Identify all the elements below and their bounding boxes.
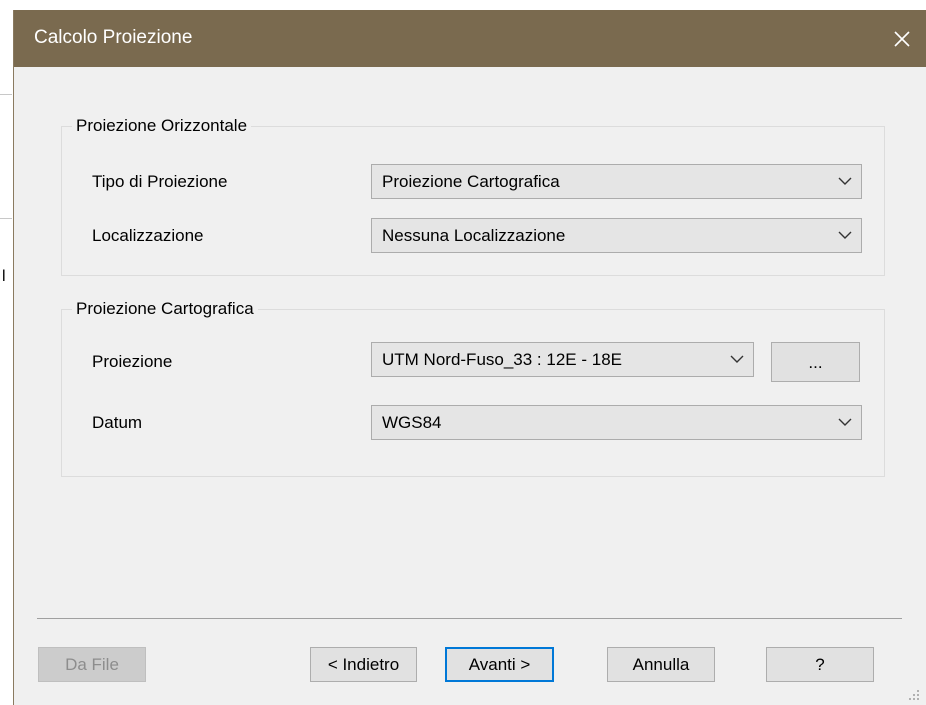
projection-value: UTM Nord-Fuso_33 : 12E - 18E [382,350,622,369]
from-file-label: Da File [65,654,119,674]
resize-grip-icon[interactable] [908,689,920,701]
dialog-title: Calcolo Proiezione [34,27,193,48]
help-label: ? [815,654,825,674]
chevron-down-icon [838,418,852,426]
group-legend-cartographic: Proiezione Cartografica [72,299,258,319]
projection-combobox[interactable]: UTM Nord-Fuso_33 : 12E - 18E [371,342,754,377]
horizontal-projection-group: Proiezione Orizzontale Tipo di Proiezion… [61,116,885,276]
close-button[interactable] [878,10,926,67]
chevron-down-icon [838,231,852,239]
next-label: Avanti > [468,654,531,674]
browse-projection-button[interactable]: ... [771,342,860,382]
back-label: < Indietro [327,654,400,674]
cancel-button[interactable]: Annulla [607,647,715,682]
projection-dialog: Calcolo Proiezione Proiezione Orizzontal… [13,10,926,705]
datum-label: Datum [92,413,143,432]
chevron-down-icon [838,177,852,185]
cartographic-projection-group: Proiezione Cartografica Proiezione UTM N… [61,299,885,477]
background-window-edge [0,218,12,219]
back-button[interactable]: < Indietro [310,647,417,682]
datum-value: WGS84 [382,413,442,432]
localization-value: Nessuna Localizzazione [382,226,566,245]
help-button[interactable]: ? [766,647,874,682]
chevron-down-icon [730,355,744,363]
projection-label: Proiezione [92,352,173,371]
footer-separator [37,618,902,619]
background-window-text: l [2,268,6,285]
next-button[interactable]: Avanti > [445,647,554,682]
projection-type-combobox[interactable]: Proiezione Cartografica [371,164,862,199]
localization-label: Localizzazione [92,226,204,245]
group-legend-horizontal: Proiezione Orizzontale [72,116,252,136]
projection-type-label: Tipo di Proiezione [92,172,228,191]
datum-combobox[interactable]: WGS84 [371,405,862,440]
localization-combobox[interactable]: Nessuna Localizzazione [371,218,862,253]
close-icon [894,30,910,47]
projection-type-value: Proiezione Cartografica [382,172,560,191]
dialog-titlebar[interactable]: Calcolo Proiezione [14,10,926,67]
cancel-label: Annulla [632,654,690,674]
from-file-button[interactable]: Da File [38,647,146,682]
browse-projection-label: ... [808,353,823,372]
background-window-edge [0,94,12,95]
